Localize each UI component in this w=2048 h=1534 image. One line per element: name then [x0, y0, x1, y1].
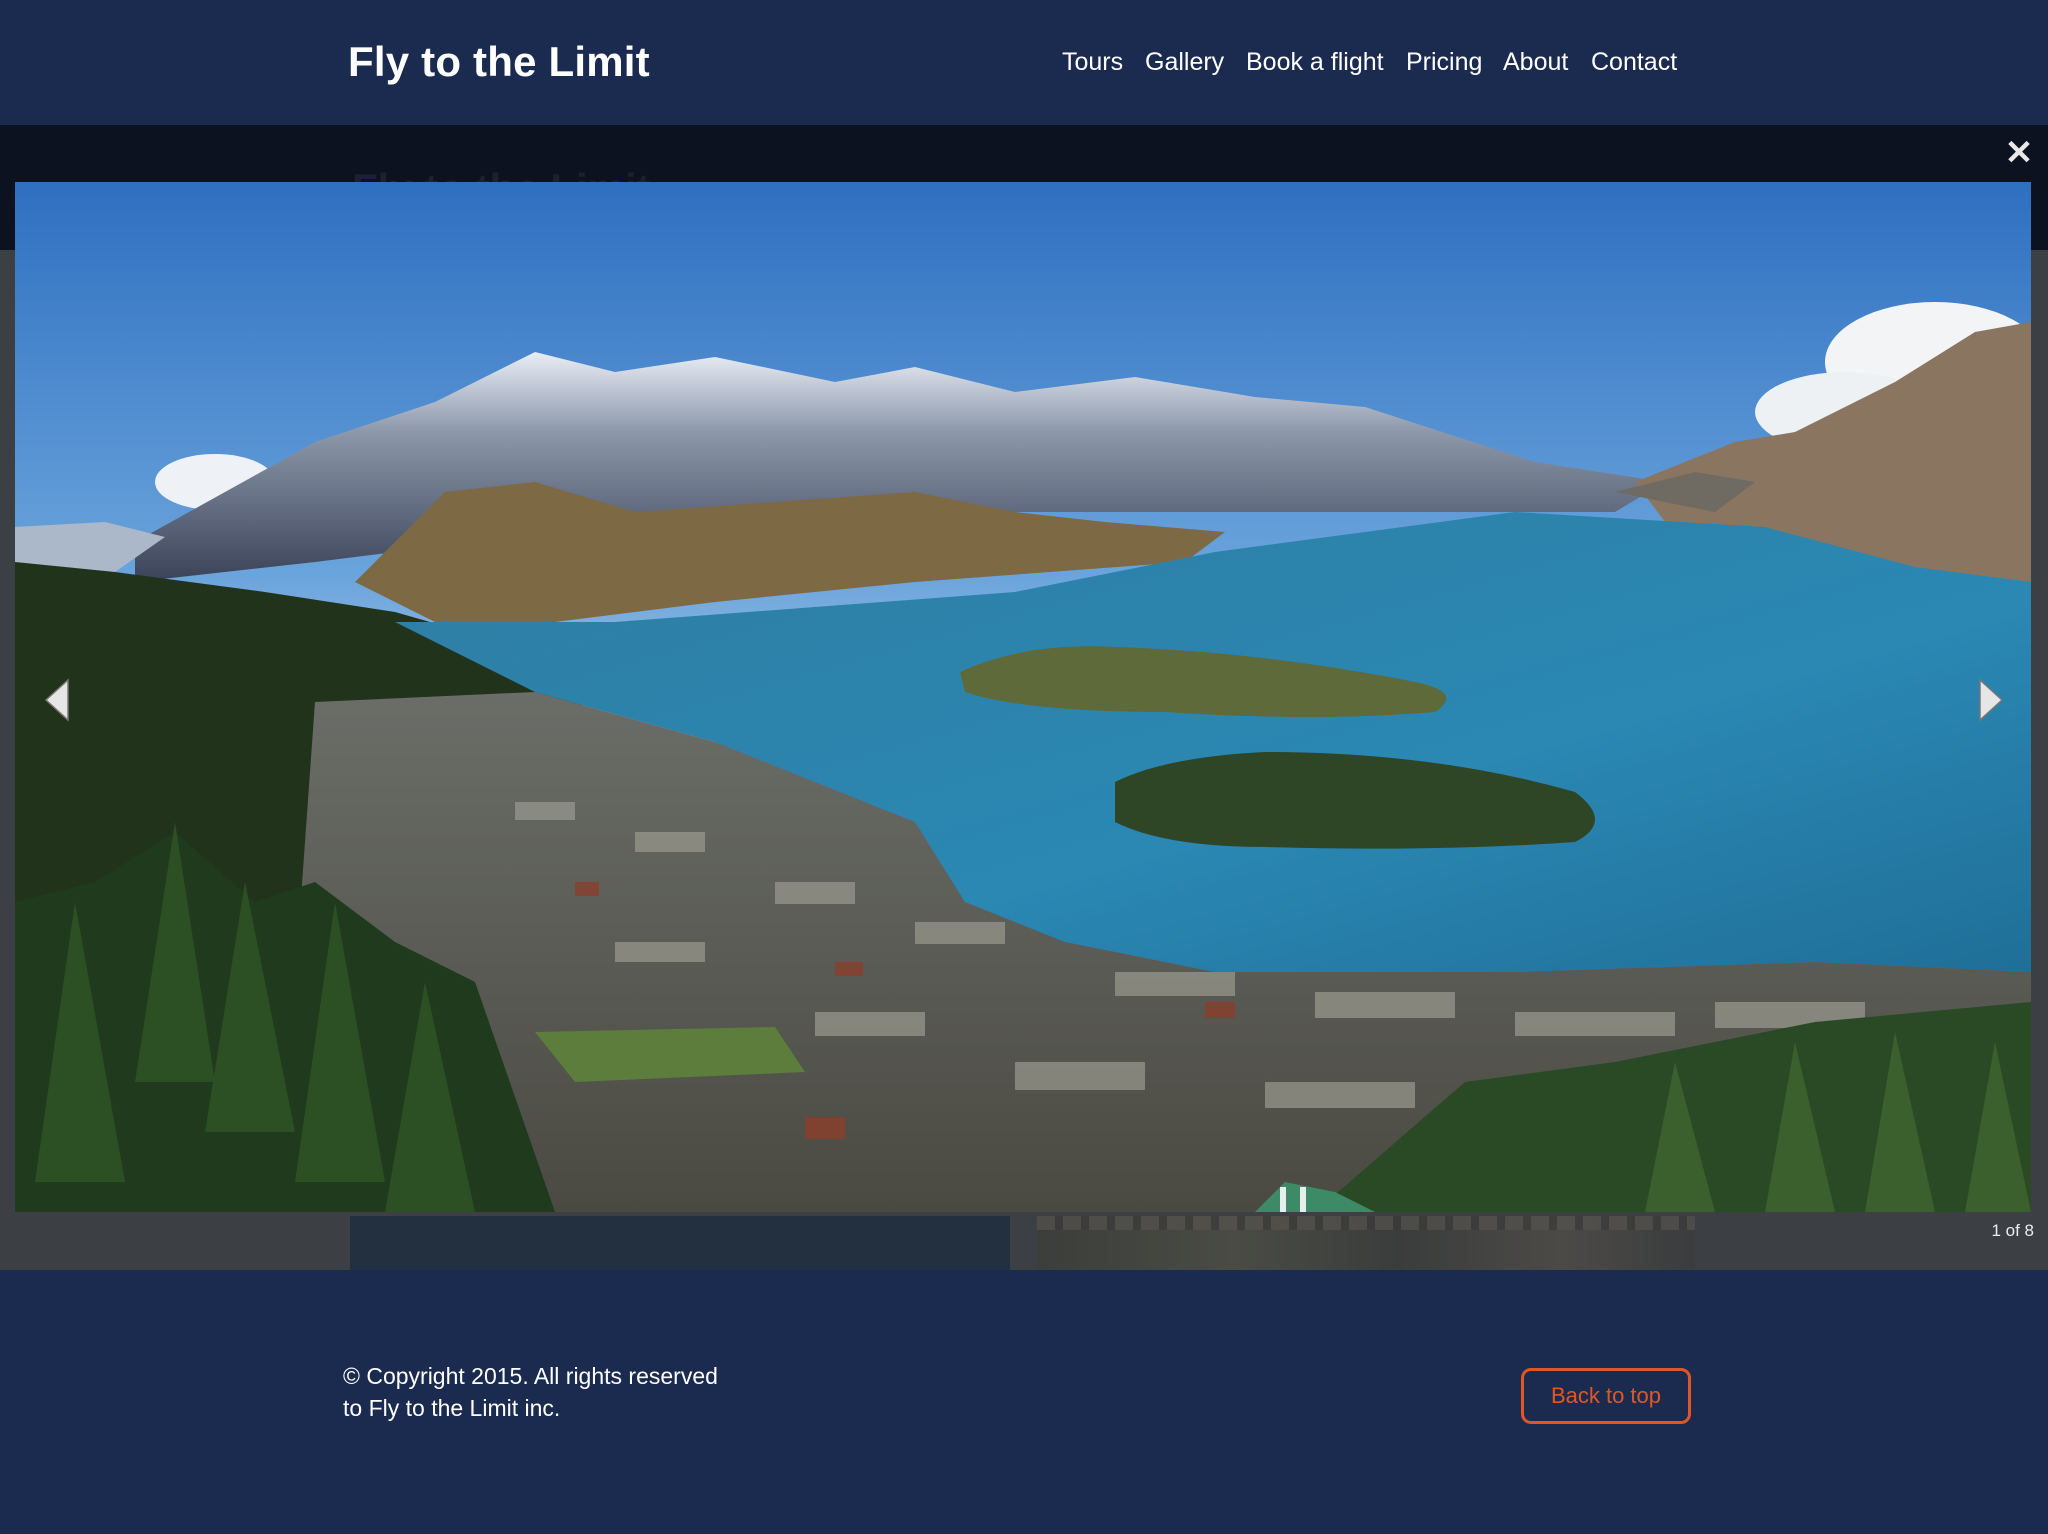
close-icon[interactable]: ✕	[2004, 136, 2034, 170]
chevron-right-icon	[1979, 678, 2004, 722]
site-header: Fly to the Limit Tours Gallery Book a fl…	[0, 0, 2048, 125]
previous-image-button[interactable]	[38, 670, 78, 730]
nav-link-book-a-flight[interactable]: Book a flight	[1246, 48, 1384, 77]
nav-link-contact[interactable]: Contact	[1591, 48, 1677, 77]
image-counter: 1 of 8	[1991, 1221, 2034, 1240]
next-image-button[interactable]	[1970, 670, 2010, 730]
copyright-line-1: © Copyright 2015. All rights reserved	[343, 1363, 718, 1389]
chevron-left-icon	[44, 678, 69, 722]
nav-link-pricing[interactable]: Pricing	[1406, 48, 1482, 77]
nav-link-tours[interactable]: Tours	[1062, 48, 1123, 77]
nav-link-gallery[interactable]: Gallery	[1145, 48, 1224, 77]
copyright-text: © Copyright 2015. All rights reserved to…	[343, 1360, 718, 1424]
copyright-line-2: to Fly to the Limit inc.	[343, 1395, 561, 1421]
dimmed-gallery-card	[350, 1216, 1010, 1270]
nav-link-about[interactable]: About	[1503, 48, 1568, 77]
lightbox-image	[15, 182, 2031, 1212]
dimmed-gallery-card	[1037, 1216, 1695, 1270]
back-to-top-button[interactable]: Back to top	[1521, 1368, 1691, 1424]
main-nav: Tours Gallery Book a flight Pricing Abou…	[0, 48, 2048, 88]
